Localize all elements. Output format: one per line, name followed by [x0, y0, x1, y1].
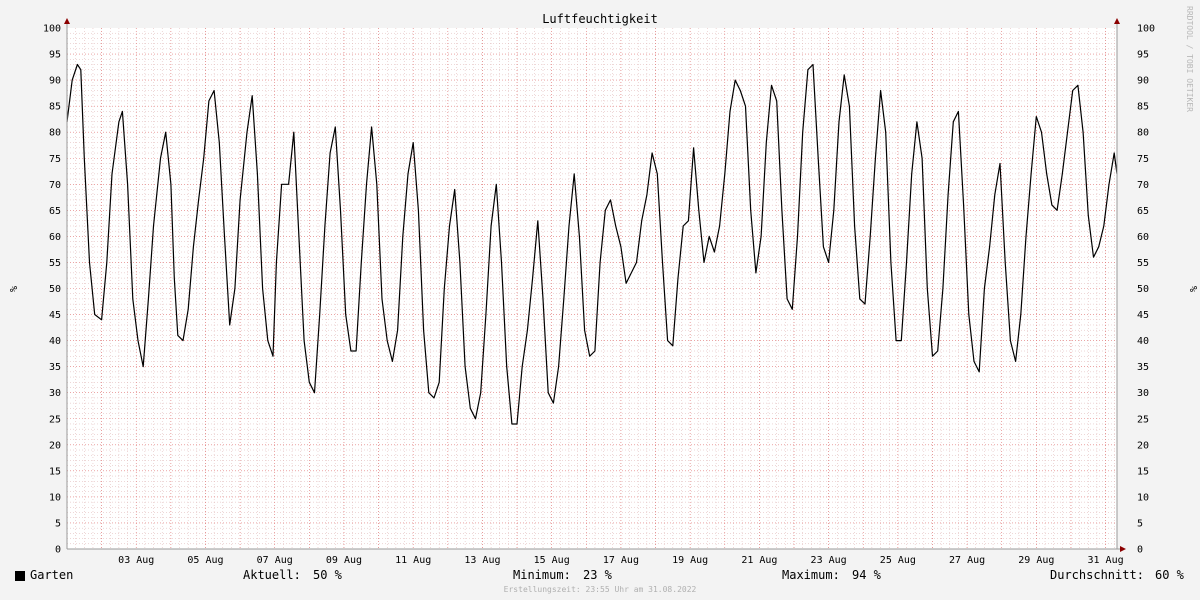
y-tick-label-right: 65 [1137, 206, 1149, 217]
x-tick-label: 19 Aug [672, 555, 708, 566]
x-tick-label: 29 Aug [1018, 555, 1054, 566]
x-tick-label: 31 Aug [1088, 555, 1124, 566]
legend-min-label: Minimum: [513, 568, 571, 582]
y-tick-label-left: 60 [49, 232, 61, 243]
x-tick-label: 17 Aug [603, 555, 639, 566]
y-tick-label-left: 100 [43, 24, 61, 35]
y-tick-label-left: 15 [49, 466, 61, 477]
y-tick-label-right: 100 [1137, 24, 1155, 35]
x-tick-label: 13 Aug [464, 555, 500, 566]
y-tick-label-left: 30 [49, 388, 61, 399]
x-tick-label: 09 Aug [326, 555, 362, 566]
y-tick-label-left: 25 [49, 414, 61, 425]
legend-max-value: 94 % [852, 568, 881, 582]
y-tick-label-left: 90 [49, 76, 61, 87]
y-tick-label-left: 95 [49, 50, 61, 61]
y-tick-label-right: 50 [1137, 284, 1149, 295]
y-tick-label-left: 65 [49, 206, 61, 217]
legend-series-label: Garten [30, 568, 74, 582]
x-tick-label: 07 Aug [257, 555, 293, 566]
legend-min-value: 23 % [583, 568, 612, 582]
y-tick-label-right: 0 [1137, 545, 1143, 556]
y-tick-label-right: 85 [1137, 102, 1149, 113]
y-tick-label-right: 75 [1137, 154, 1149, 165]
y-tick-label-left: 75 [49, 154, 61, 165]
chart-title: Luftfeuchtigkeit [542, 12, 658, 26]
y-tick-label-left: 0 [55, 545, 61, 556]
y-tick-label-left: 80 [49, 128, 61, 139]
x-tick-label: 23 Aug [811, 555, 847, 566]
y-tick-label-right: 15 [1137, 466, 1149, 477]
grid-layer [67, 28, 1117, 549]
x-tick-label: 27 Aug [949, 555, 985, 566]
y-tick-label-right: 95 [1137, 50, 1149, 61]
y-tick-label-right: 35 [1137, 362, 1149, 373]
legend: Garten Aktuell: 50 % Minimum: 23 % Maxim… [0, 568, 1200, 584]
y-tick-label-right: 30 [1137, 388, 1149, 399]
chart-svg: 0 05 510 1015 1520 2025 2530 3035 3540 4045 4550 50… [7, 12, 1198, 566]
y-tick-label-right: 25 [1137, 414, 1149, 425]
y-tick-label-right: 60 [1137, 232, 1149, 243]
y-tick-label-left: 5 [55, 518, 61, 529]
y-tick-label-right: 45 [1137, 310, 1149, 321]
legend-avg-value: 60 % [1155, 568, 1184, 582]
y-tick-label-right: 10 [1137, 492, 1149, 503]
y-tick-label-right: 40 [1137, 336, 1149, 347]
y-tick-label-right: 90 [1137, 76, 1149, 87]
y-tick-label-right: 80 [1137, 128, 1149, 139]
legend-swatch [15, 571, 25, 581]
y-axis-arrow-left [64, 18, 70, 24]
y-tick-label-left: 55 [49, 258, 61, 269]
watermark: RRDTOOL / TOBI OETIKER [1185, 6, 1194, 112]
legend-avg-label: Durchschnitt: [1050, 568, 1144, 582]
y-tick-label-right: 20 [1137, 440, 1149, 451]
y-tick-label-right: 5 [1137, 518, 1143, 529]
footer-timestamp: Erstellungszeit: 23:55 Uhr am 31.08.2022 [503, 585, 697, 594]
x-tick-label: 15 Aug [534, 555, 570, 566]
x-axis-arrow [1120, 546, 1126, 552]
chart-root: 0 0 5 5 10 10 15 15 20 20 25 25 30 30 35 35 40 40 45 45 50 50… [0, 0, 1200, 600]
y-tick-label-left: 45 [49, 310, 61, 321]
x-tick-label: 21 Aug [741, 555, 777, 566]
legend-current-value: 50 % [313, 568, 342, 582]
y-tick-label-left: 70 [49, 180, 61, 191]
y-tick-label-left: 20 [49, 440, 61, 451]
y-tick-label-left: 50 [49, 284, 61, 295]
y-tick-label-left: 40 [49, 336, 61, 347]
x-tick-label: 03 Aug [118, 555, 154, 566]
y-tick-label-left: 85 [49, 102, 61, 113]
y-axis-label-right: % [1187, 286, 1198, 292]
y-tick-label-left: 10 [49, 492, 61, 503]
x-tick-label: 11 Aug [395, 555, 431, 566]
y-axis-arrow-right [1114, 18, 1120, 24]
y-tick-label-right: 70 [1137, 180, 1149, 191]
y-tick-label-right: 55 [1137, 258, 1149, 269]
x-tick-label: 05 Aug [187, 555, 223, 566]
legend-max-label: Maximum: [782, 568, 840, 582]
x-tick-label: 25 Aug [880, 555, 916, 566]
y-axis-label-left: % [7, 286, 18, 292]
legend-current-label: Aktuell: [243, 568, 301, 582]
y-tick-label-left: 35 [49, 362, 61, 373]
